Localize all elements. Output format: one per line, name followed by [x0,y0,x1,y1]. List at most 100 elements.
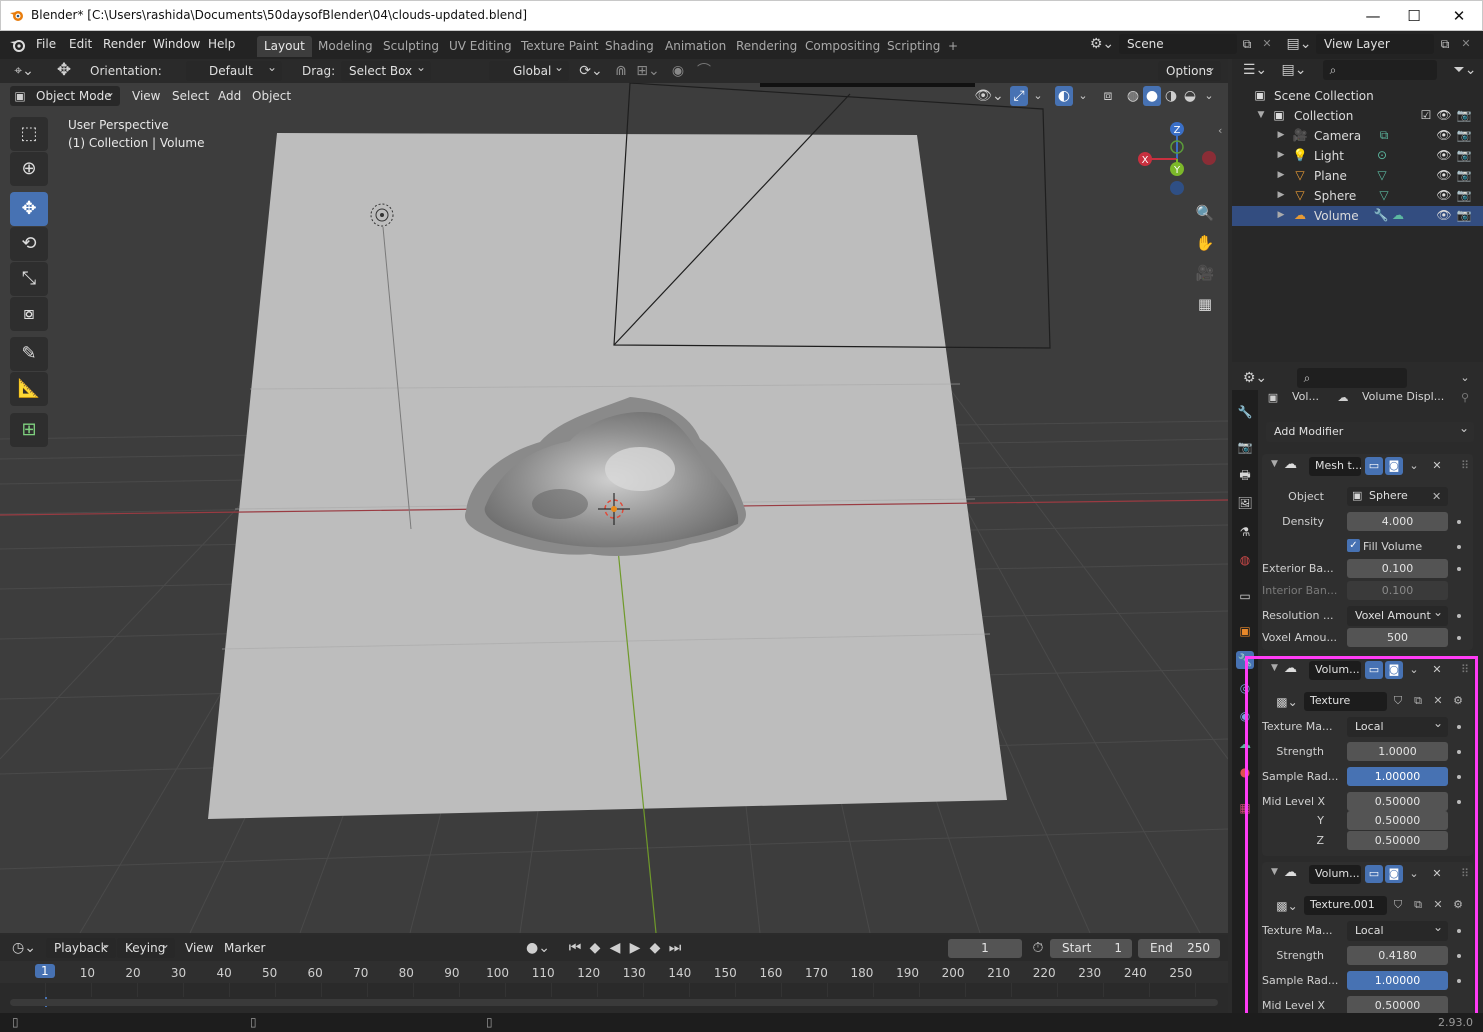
proportional-editing-icon[interactable]: ◉ [668,61,688,81]
exterior-band-field[interactable]: 0.100 [1347,559,1448,578]
wireframe-shading-icon[interactable]: ◍ [1124,86,1142,106]
menu-render[interactable]: Render [103,37,146,51]
menu-window[interactable]: Window [153,37,200,51]
expand-icon[interactable]: ▶ [1273,187,1289,203]
resolution-keyframe-dot[interactable] [1457,614,1461,618]
light-data-icon[interactable]: ⊙ [1374,147,1390,163]
menu-help[interactable]: Help [208,37,235,51]
playback-menu[interactable]: Playback [46,938,116,958]
falloff-icon[interactable]: ⌒ [690,61,718,81]
sample-radius-field[interactable]: 1.00000 [1347,767,1448,786]
jump-start-icon[interactable]: ⏮ [566,938,584,958]
texture-mapping-keyframe-dot[interactable] [1457,725,1461,729]
fill-volume-keyframe-dot[interactable] [1457,545,1461,549]
viewport-menu-object[interactable]: Object [252,89,291,103]
rotate-tool-icon[interactable]: ⟲ [10,227,48,261]
move-tool-button-icon[interactable]: ✥ [10,192,48,226]
shading-settings-icon[interactable]: ⌄ [1201,86,1217,106]
volume-visibility-icon[interactable]: 👁 [1436,207,1452,223]
annotate-tool-icon[interactable]: ✎ [10,337,48,371]
strength-field[interactable]: 0.4180 [1347,946,1448,965]
render-display-icon[interactable]: ◙ [1385,661,1403,679]
minimize-button[interactable]: — [1353,5,1393,27]
unlink-texture-icon[interactable]: ✕ [1429,896,1447,914]
plane-data-icon[interactable]: ▽ [1374,167,1390,183]
mid-level-x-field[interactable]: 0.50000 [1347,996,1448,1013]
clear-object-icon[interactable]: ✕ [1432,490,1441,503]
collection-checkbox-icon[interactable]: ☑ [1418,107,1434,123]
outliner-row-volume[interactable]: ▶ ☁ Volume ☁ 👁 📷 🔧 [1232,206,1483,226]
expand-icon[interactable]: ▶ [1273,207,1289,223]
voxel-keyframe-dot[interactable] [1457,636,1461,640]
tab-material-icon[interactable]: ● [1236,763,1254,781]
sphere-visibility-icon[interactable]: 👁 [1436,187,1452,203]
mid-level-z-field[interactable]: 0.50000 [1347,831,1448,850]
properties-options-icon[interactable]: ⌄ [1456,368,1474,388]
modifier-name-field[interactable]: Volum... [1309,865,1361,884]
light-render-icon[interactable]: 📷 [1456,147,1472,163]
auto-keying-icon[interactable]: ●⌄ [520,938,556,958]
cursor-tool-icon[interactable]: ⊕ [10,152,48,186]
add-workspace-button[interactable]: + [941,36,965,57]
ortho-grid-icon[interactable]: ▦ [1192,291,1218,317]
strength-keyframe-dot[interactable] [1457,750,1461,754]
duplicate-texture-icon[interactable]: ⧉ [1409,896,1427,914]
play-icon[interactable]: ▶ [626,938,644,958]
add-cube-tool-icon[interactable]: ⊞ [10,413,48,447]
collapse-icon[interactable]: ▼ [1271,663,1278,673]
overlays-settings-icon[interactable]: ⌄ [1075,86,1091,106]
overlays-toggle-icon[interactable]: ◐ [1055,86,1073,106]
modifier-header-volume-displace-1[interactable]: ▼ ☁ Volum... ▭ ◙ ⌄ ✕ ⠿ [1262,660,1473,681]
scene-selector-icon[interactable]: ⚙⌄ [1088,34,1116,54]
outliner-row-plane[interactable]: ▶ ▽ Plane ▽ 👁 📷 [1232,166,1483,186]
modifier-menu-icon[interactable]: ⌄ [1405,457,1423,475]
orientation-dropdown[interactable]: Default [186,61,282,81]
viewport-menu-view[interactable]: View [132,89,160,103]
tab-world-icon[interactable]: ◍ [1236,551,1254,569]
close-window-button[interactable]: ✕ [1439,5,1479,27]
collapse-icon[interactable]: ▼ [1271,459,1278,469]
properties-editor-type-icon[interactable]: ⚙⌄ [1240,368,1270,388]
scene-name-field[interactable]: Scene [1119,34,1237,54]
outliner-row-light[interactable]: ▶ 💡 Light ⊙ 👁 📷 [1232,146,1483,166]
viewport-display-icon[interactable]: ▭ [1365,865,1383,883]
strength-keyframe-dot[interactable] [1457,954,1461,958]
tab-texture-icon[interactable]: ▦ [1236,799,1254,817]
start-frame-field[interactable]: Start 1 [1050,939,1132,958]
outliner-search-input[interactable] [1323,60,1437,80]
collapse-icon[interactable]: ▼ [1271,867,1278,877]
strength-field[interactable]: 1.0000 [1347,742,1448,761]
mid-level-x-field[interactable]: 0.50000 [1347,792,1448,811]
plane-render-icon[interactable]: 📷 [1456,167,1472,183]
3d-viewport[interactable]: ⌖⌄ ✥ Orientation: Default Drag: Select B… [0,59,1228,933]
camera-render-icon[interactable]: 📷 [1456,127,1472,143]
add-modifier-dropdown[interactable]: Add Modifier [1266,422,1474,442]
resolution-mode-dropdown[interactable]: Voxel Amount [1347,606,1448,626]
texture-name-field[interactable]: Texture [1304,692,1387,711]
expand-icon[interactable]: ▶ [1273,127,1289,143]
volume-data-icon[interactable]: ☁ [1390,207,1406,223]
outliner-row-sphere[interactable]: ▶ ▽ Sphere ▽ 👁 📷 [1232,186,1483,206]
modifier-menu-icon[interactable]: ⌄ [1405,865,1423,883]
view-layer-selector-icon[interactable]: ▤⌄ [1284,34,1314,54]
measure-tool-icon[interactable]: 📐 [10,372,48,406]
collection-visibility-icon[interactable]: 👁 [1436,107,1452,123]
sample-radius-keyframe-dot[interactable] [1457,979,1461,983]
snap-toggle-icon[interactable]: ⋒ [610,61,632,81]
modifier-name-field[interactable]: Volum... [1309,661,1361,680]
plane-visibility-icon[interactable]: 👁 [1436,167,1452,183]
sample-radius-keyframe-dot[interactable] [1457,775,1461,779]
volume-modifier-icon[interactable]: 🔧 [1373,207,1389,223]
xray-toggle-icon[interactable]: ⧈ [1099,86,1117,106]
viewport-display-icon[interactable]: ▭ [1365,661,1383,679]
modifier-delete-icon[interactable]: ✕ [1428,865,1446,883]
drag-handle-icon[interactable]: ⠿ [1456,865,1474,883]
camera-visibility-icon[interactable]: 👁 [1436,127,1452,143]
pan-hand-icon[interactable]: ✋ [1192,230,1218,256]
voxel-amount-field[interactable]: 500 [1347,628,1448,647]
texture-properties-icon[interactable]: ⚙ [1449,692,1467,710]
drag-handle-icon[interactable]: ⠿ [1456,457,1474,475]
tab-modifier-icon[interactable]: 🔧 [1236,651,1254,669]
end-frame-field[interactable]: End 250 [1138,939,1220,958]
duplicate-texture-icon[interactable]: ⧉ [1409,692,1427,710]
